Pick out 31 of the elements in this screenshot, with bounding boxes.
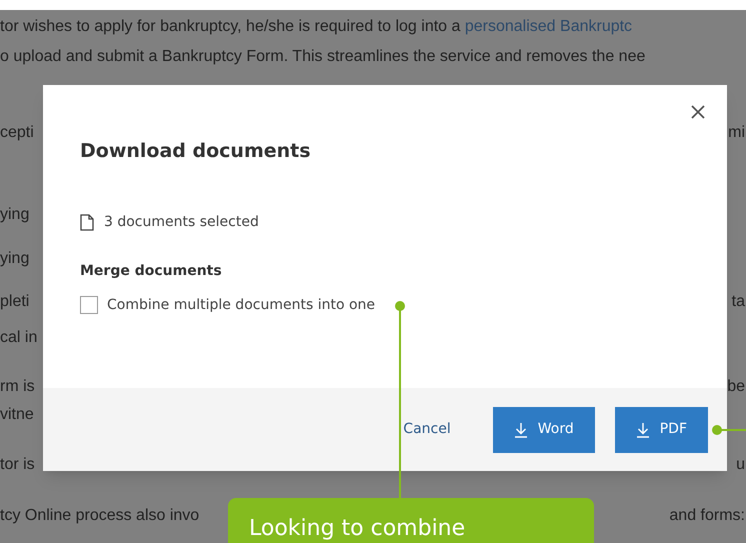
- background-text: vitne: [0, 406, 34, 423]
- background-text: ying: [0, 206, 30, 223]
- section-heading: Merge documents: [80, 262, 223, 280]
- checkbox-label: Combine multiple documents into one: [107, 296, 376, 314]
- background-text: u: [736, 455, 745, 475]
- background-link[interactable]: personalised Bankruptc: [464, 18, 632, 35]
- background-text: and forms:: [669, 506, 745, 526]
- background-text: cal in: [0, 329, 38, 346]
- checkbox[interactable]: [80, 296, 98, 314]
- background-text: be: [727, 377, 745, 397]
- download-button[interactable]: PDF: [614, 406, 708, 452]
- close-icon: [691, 105, 705, 119]
- background-text: rm is: [0, 378, 35, 395]
- download-button[interactable]: Word: [492, 406, 595, 452]
- background-text: ying: [0, 250, 30, 267]
- background-text: cepti: [0, 124, 34, 141]
- callout-text: Looking to combine: [249, 516, 466, 541]
- selection-count: 3 documents selected: [104, 212, 259, 232]
- background-text: tor wishes to apply for bankruptcy, he/she is required to log into a: [0, 18, 462, 35]
- background-text: pleti: [0, 293, 30, 310]
- dialog-title: Download documents: [80, 139, 312, 164]
- close-button[interactable]: [689, 103, 707, 121]
- download-icon: [514, 422, 528, 438]
- background-text: mi: [728, 123, 745, 143]
- leader-line: [712, 425, 746, 435]
- document-icon: [80, 214, 94, 230]
- background-text: o upload and submit a Bankruptcy Form. This streamlines the service and removes the nee: [0, 48, 646, 65]
- background-text: tor is: [0, 456, 35, 473]
- background-text: tcy Online process also invo: [0, 507, 200, 524]
- download-icon: [636, 422, 650, 438]
- background-text: ta: [732, 292, 745, 312]
